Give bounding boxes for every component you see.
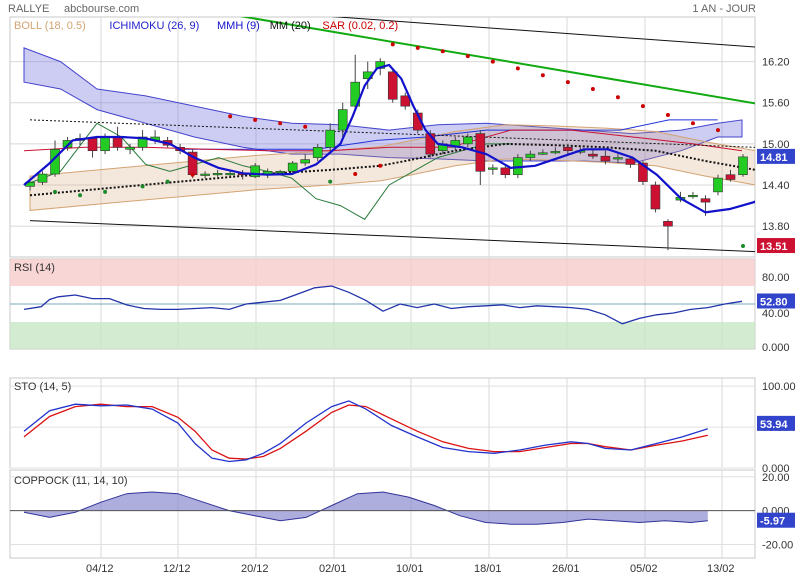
rsi-overbought-zone: [10, 259, 755, 286]
candle-up: [125, 146, 135, 150]
candle-up: [212, 173, 223, 176]
sto-legend: STO (14, 5): [14, 381, 71, 393]
candle-up: [550, 151, 561, 154]
last-price-label: 14.81: [760, 152, 788, 164]
sar-dot: [103, 189, 108, 194]
sar-dot: [253, 117, 258, 122]
candle-up: [312, 146, 323, 158]
sar-dot: [640, 104, 645, 109]
candle-up: [100, 136, 110, 152]
panel-stochastic: [9, 377, 756, 469]
chart-root: RALLYE abcbourse.com 1 AN - JOUR 16.20 15…: [0, 0, 800, 580]
rsi-oversold-zone: [10, 322, 755, 349]
sar-dot: [741, 244, 745, 249]
x-tick-label: 10/01: [396, 563, 424, 575]
candle-up: [337, 109, 348, 131]
candle-up: [275, 170, 285, 174]
sar-dot: [565, 80, 570, 85]
candle-up: [287, 162, 298, 172]
sar-dot: [53, 189, 58, 194]
candle-down: [625, 158, 636, 165]
legend-item: SAR (0.02, 0.2): [322, 20, 398, 32]
sar-dot: [165, 179, 170, 184]
candle-up: [300, 159, 310, 164]
coppock-last-label: -5.97: [760, 516, 785, 528]
price-tick-label: 16.20: [762, 57, 790, 69]
candle-down: [112, 136, 123, 148]
sar-dot: [190, 172, 195, 177]
candle-up: [463, 136, 473, 145]
sar-dot: [590, 87, 595, 91]
candle-up: [713, 177, 723, 193]
sar-dot: [490, 59, 495, 64]
candle-up: [538, 152, 548, 155]
candle-up: [200, 173, 210, 176]
x-tick-label: 26/01: [552, 563, 580, 575]
sar-dot: [278, 121, 283, 126]
coppock-tick-label: -20.00: [762, 539, 793, 551]
sar-dot: [540, 73, 545, 78]
candle-down: [387, 71, 398, 100]
candle-down: [700, 198, 711, 203]
legend-item: MMH (9): [217, 20, 260, 32]
sar-dot: [615, 95, 620, 100]
sar-dot: [78, 193, 83, 198]
sar-dot: [140, 184, 145, 189]
candle-down: [500, 167, 511, 176]
coppock-legend: COPPOCK (11, 14, 10): [14, 475, 128, 487]
candle-down: [87, 138, 98, 152]
chart-svg: 16.2015.6015.0014.4013.80BOLL (18, 0.5) I…: [9, 16, 796, 575]
x-tick-label: 02/01: [319, 563, 347, 575]
x-tick-label: 13/02: [707, 563, 735, 575]
sto-last-label: 53.94: [760, 419, 788, 431]
sar-dot: [690, 121, 695, 126]
coppock-tick-label: 20.00: [762, 472, 790, 484]
rsi-last-label: 52.80: [760, 296, 788, 308]
sar-dot: [328, 179, 333, 184]
rsi-tick-label: 40.00: [762, 308, 790, 320]
rsi-tick-label: 80.00: [762, 272, 790, 284]
candle-down: [563, 146, 573, 152]
legend-item: BOLL (18, 0.5): [14, 20, 86, 32]
sar-dot: [440, 49, 445, 54]
candle-up: [613, 157, 623, 160]
sar-dot: [353, 172, 358, 177]
candle-down: [650, 184, 661, 210]
candle-up: [738, 156, 748, 176]
low-price-label: 13.51: [760, 241, 788, 253]
candle-down: [725, 174, 736, 180]
candle-down: [600, 155, 611, 162]
sar-dot: [390, 42, 395, 47]
candle-down: [588, 153, 598, 157]
candle-up: [37, 173, 48, 183]
sar-dot: [228, 114, 233, 119]
sar-dot: [515, 66, 520, 71]
x-tick-label: 18/01: [474, 563, 502, 575]
rsi-tick-label: 0.000: [762, 342, 790, 354]
rsi-legend: RSI (14): [14, 262, 55, 274]
sar-dot: [665, 113, 670, 118]
legend-item: MM (20): [270, 20, 311, 32]
candle-up: [325, 129, 336, 148]
price-tick-label: 13.80: [762, 221, 790, 233]
sar-dot: [465, 54, 470, 59]
candle-up: [525, 153, 536, 158]
sar-dot: [378, 163, 383, 168]
candle-up: [688, 194, 698, 198]
legend-item: ICHIMOKU (26, 9): [109, 20, 199, 32]
sto-tick-label: 100.00: [762, 381, 796, 393]
x-tick-label: 05/02: [630, 563, 658, 575]
candle-down: [663, 221, 673, 227]
candle-up: [488, 167, 498, 170]
sar-dot: [303, 124, 308, 129]
candle-up: [225, 173, 235, 176]
price-tick-label: 15.60: [762, 98, 790, 110]
sar-dot: [715, 128, 720, 133]
price-tick-label: 14.40: [762, 180, 790, 192]
x-tick-label: 20/12: [241, 563, 269, 575]
sar-dot: [415, 45, 420, 50]
x-tick-label: 12/12: [163, 563, 191, 575]
x-tick-label: 04/12: [86, 563, 114, 575]
